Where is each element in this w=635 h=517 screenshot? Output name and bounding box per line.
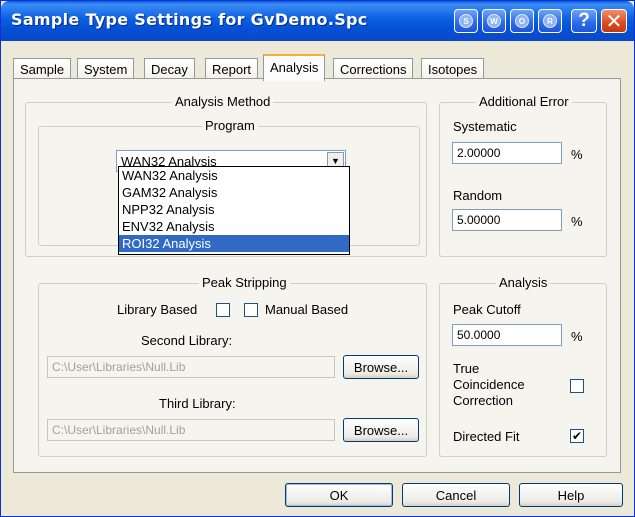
option-env32[interactable]: ENV32 Analysis: [119, 218, 349, 235]
option-wan32[interactable]: WAN32 Analysis: [119, 167, 349, 184]
directed-fit-checkbox[interactable]: ✔: [570, 429, 584, 443]
manual-based-checkbox[interactable]: [244, 303, 258, 317]
peak-stripping-title: Peak Stripping: [199, 275, 290, 290]
tab-corrections[interactable]: Corrections: [333, 58, 414, 80]
tab-decay[interactable]: Decay: [144, 58, 195, 80]
option-gam32[interactable]: GAM32 Analysis: [119, 184, 349, 201]
directed-fit-label: Directed Fit: [453, 429, 520, 444]
w-icon: W: [487, 14, 501, 28]
cancel-button[interactable]: Cancel: [402, 483, 510, 507]
option-npp32[interactable]: NPP32 Analysis: [119, 201, 349, 218]
w-button[interactable]: W: [482, 9, 506, 33]
random-label: Random: [453, 188, 503, 203]
r-icon: R: [543, 14, 557, 28]
third-library-input[interactable]: C:\User\Libraries\Null.Lib: [47, 419, 335, 441]
close-button[interactable]: ✕: [601, 9, 627, 33]
program-dropdown-list[interactable]: WAN32 Analysis GAM32 Analysis NPP32 Anal…: [118, 166, 350, 255]
systematic-label: Systematic: [453, 119, 517, 134]
library-based-label: Library Based: [117, 302, 198, 317]
random-input[interactable]: 5.00000: [452, 209, 562, 231]
question-icon: ?: [578, 10, 590, 31]
tab-sample[interactable]: Sample: [13, 58, 72, 80]
ok-button[interactable]: OK: [285, 483, 393, 507]
browse-third-library-button[interactable]: Browse...: [343, 418, 419, 442]
library-based-checkbox[interactable]: [216, 303, 230, 317]
o-icon: O: [515, 14, 529, 28]
help-title-button[interactable]: ?: [571, 9, 597, 33]
program-title: Program: [202, 118, 258, 133]
o-button[interactable]: O: [510, 9, 534, 33]
s-icon: S: [459, 14, 473, 28]
dialog-window: Sample Type Settings for GvDemo.Spc S W …: [0, 0, 635, 517]
s-button[interactable]: S: [454, 9, 478, 33]
third-library-label: Third Library:: [159, 396, 236, 411]
tab-isotopes[interactable]: Isotopes: [421, 58, 485, 80]
tab-report[interactable]: Report: [205, 58, 259, 80]
true-coincidence-label-2: Coincidence: [453, 377, 525, 392]
analysis-title: Analysis: [496, 275, 551, 290]
browse-second-library-button[interactable]: Browse...: [343, 355, 419, 379]
help-button[interactable]: Help: [519, 483, 623, 507]
true-coincidence-label-1: True: [453, 361, 480, 376]
manual-based-label: Manual Based: [265, 302, 349, 317]
second-library-label: Second Library:: [141, 333, 233, 348]
peak-cutoff-unit: %: [571, 329, 583, 344]
second-library-input[interactable]: C:\User\Libraries\Null.Lib: [47, 356, 335, 378]
additional-error-title: Additional Error: [476, 94, 572, 109]
tab-analysis[interactable]: Analysis: [263, 54, 326, 81]
true-coincidence-checkbox[interactable]: [570, 379, 584, 393]
option-roi32[interactable]: ROI32 Analysis: [119, 235, 349, 252]
close-icon: ✕: [605, 10, 623, 33]
tab-system[interactable]: System: [77, 58, 135, 80]
peak-cutoff-label: Peak Cutoff: [453, 302, 521, 317]
systematic-input[interactable]: 2.00000: [452, 142, 562, 164]
true-coincidence-label-3: Correction: [453, 393, 513, 408]
window-title: Sample Type Settings for GvDemo.Spc: [11, 10, 368, 29]
random-unit: %: [571, 214, 583, 229]
peak-cutoff-input[interactable]: 50.0000: [452, 324, 562, 346]
title-bar[interactable]: Sample Type Settings for GvDemo.Spc S W …: [1, 1, 634, 41]
systematic-unit: %: [571, 147, 583, 162]
check-icon: ✔: [571, 429, 583, 443]
r-button[interactable]: R: [538, 9, 562, 33]
analysis-method-title: Analysis Method: [172, 94, 274, 109]
